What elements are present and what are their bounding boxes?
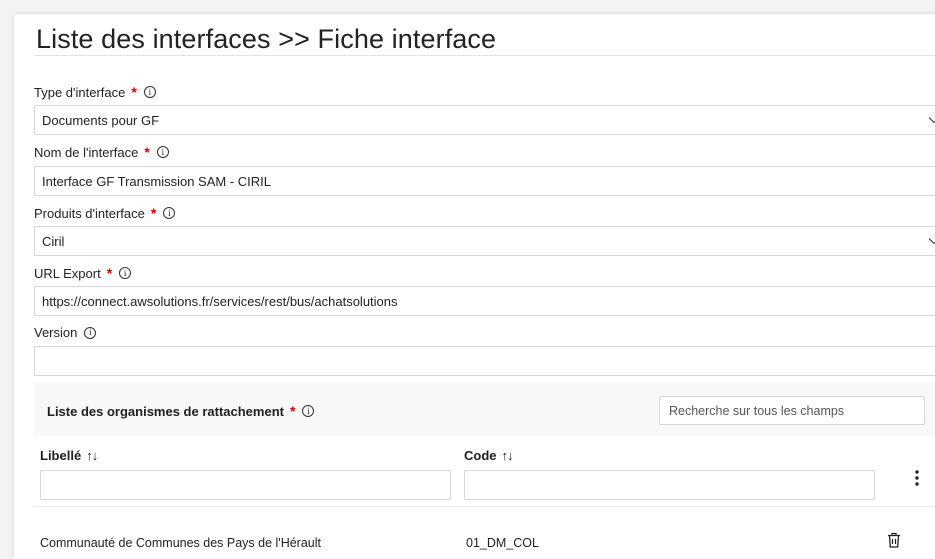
version-input[interactable] <box>34 346 935 376</box>
type-interface-select[interactable]: Documents pour GF <box>34 105 935 135</box>
title-divider <box>34 55 935 56</box>
nom-interface-input[interactable]: Interface GF Transmission SAM - CIRIL <box>34 166 935 196</box>
info-icon[interactable]: i <box>302 405 315 417</box>
filter-input-libelle[interactable] <box>40 470 451 500</box>
info-icon[interactable]: i <box>156 146 169 158</box>
produits-interface-select[interactable]: Ciril <box>34 226 935 256</box>
info-icon[interactable]: i <box>143 86 156 98</box>
info-icon[interactable]: i <box>119 267 132 279</box>
produits-interface-value: Ciril <box>42 233 65 249</box>
column-label-code: Code <box>464 448 497 463</box>
required-marker: * <box>144 144 150 160</box>
produits-interface-label: Produits d'interface * i <box>34 205 176 221</box>
required-marker: * <box>150 205 157 221</box>
nom-interface-label: Nom de l'interface * i <box>34 144 169 160</box>
info-icon[interactable]: i <box>84 326 97 339</box>
filter-input-code[interactable] <box>464 470 875 500</box>
required-marker: * <box>131 84 137 100</box>
cell-code: 01_DM_COL <box>466 536 539 550</box>
global-search-placeholder: Recherche sur tous les champs <box>669 403 845 418</box>
type-interface-label: Type d'interface * i <box>34 84 156 100</box>
column-header-code[interactable]: Code ↑↓ <box>464 448 514 463</box>
url-export-label-text: URL Export <box>34 265 101 281</box>
column-label-libelle: Libellé <box>40 448 82 463</box>
organismes-section: Liste des organismes de rattachement * i… <box>34 382 935 559</box>
url-export-input[interactable]: https://connect.awsolutions.fr/services/… <box>34 286 935 316</box>
url-export-value: https://connect.awsolutions.fr/services/… <box>42 293 398 309</box>
sort-icon[interactable]: ↑↓ <box>502 448 514 463</box>
organismes-header: Liste des organismes de rattachement * i… <box>34 382 935 436</box>
main-panel: Liste des interfaces >> Fiche interface … <box>14 14 935 559</box>
version-label: Version i <box>34 325 97 340</box>
version-label-text: Version <box>34 325 78 340</box>
organismes-title: Liste des organismes de rattachement * i <box>47 403 315 419</box>
row-divider <box>34 506 935 507</box>
chevron-down-icon[interactable] <box>928 235 935 247</box>
type-interface-value: Documents pour GF <box>42 112 160 128</box>
global-search-input[interactable]: Recherche sur tous les champs <box>659 396 925 425</box>
kebab-menu-icon[interactable] <box>913 468 921 488</box>
url-export-label: URL Export * i <box>34 265 132 281</box>
sort-icon[interactable]: ↑↓ <box>86 448 98 463</box>
info-icon[interactable]: i <box>163 207 176 219</box>
cell-libelle: Communauté de Communes des Pays de l'Hér… <box>40 536 321 550</box>
required-marker: * <box>289 403 296 419</box>
nom-interface-value: Interface GF Transmission SAM - CIRIL <box>42 173 272 189</box>
nom-interface-label-text: Nom de l'interface <box>34 144 139 160</box>
required-marker: * <box>106 265 113 281</box>
produits-interface-label-text: Produits d'interface <box>34 205 145 221</box>
page-title: Liste des interfaces >> Fiche interface <box>36 24 497 54</box>
column-header-libelle[interactable]: Libellé ↑↓ <box>40 448 98 463</box>
type-interface-label-text: Type d'interface <box>34 84 126 100</box>
organismes-title-text: Liste des organismes de rattachement <box>47 403 284 419</box>
chevron-down-icon[interactable] <box>928 114 935 126</box>
